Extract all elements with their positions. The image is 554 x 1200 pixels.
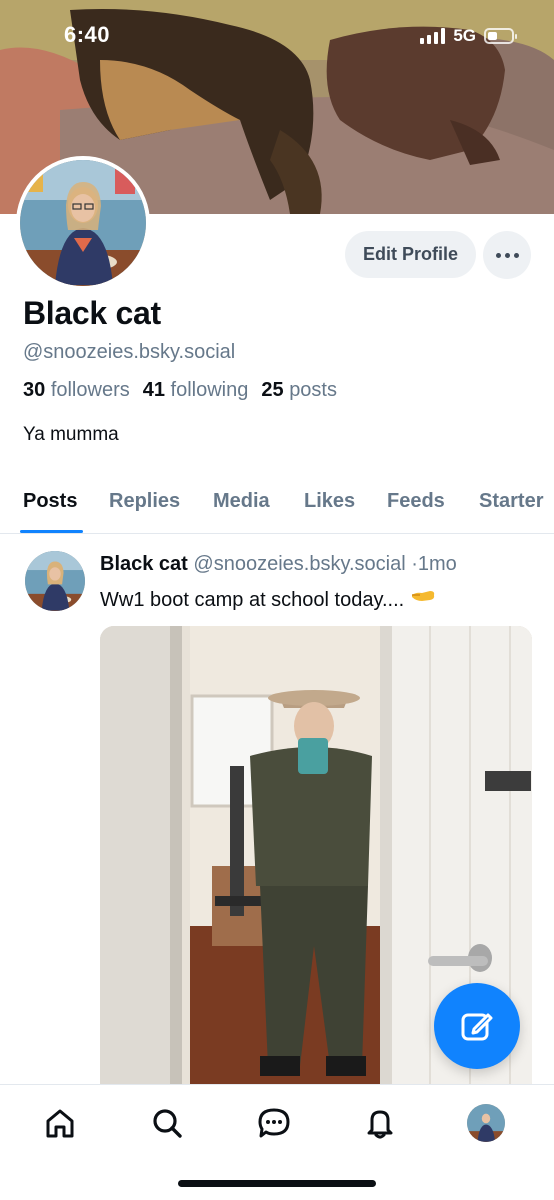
home-indicator xyxy=(178,1180,376,1187)
following-link[interactable]: 41 following xyxy=(143,379,249,402)
tab-feeds[interactable]: Feeds xyxy=(387,490,445,513)
profile-handle: @snoozeies.bsky.social xyxy=(23,341,236,363)
tab-posts[interactable]: Posts xyxy=(23,490,77,513)
search-icon xyxy=(153,1109,182,1138)
network-label: 5G xyxy=(453,26,476,45)
post-timestamp[interactable]: 1mo xyxy=(418,553,457,575)
posts-label: posts xyxy=(289,379,337,401)
edit-profile-button[interactable]: Edit Profile xyxy=(345,231,476,278)
more-options-button[interactable] xyxy=(483,231,531,279)
home-icon xyxy=(46,1109,74,1138)
bell-icon xyxy=(367,1110,393,1139)
compose-button[interactable] xyxy=(434,983,520,1069)
display-name: Black cat xyxy=(23,295,161,331)
post-body: Ww1 boot camp at school today.... xyxy=(100,589,405,611)
tab-starter-packs[interactable]: Starter xyxy=(479,490,543,513)
posts-stat: 25 posts xyxy=(261,379,337,402)
tab-media[interactable]: Media xyxy=(213,490,270,513)
followers-label: followers xyxy=(50,379,130,401)
active-tab-indicator xyxy=(20,530,83,533)
post-author-avatar[interactable] xyxy=(25,551,85,611)
status-time: 6:40 xyxy=(64,22,111,47)
ellipsis-icon xyxy=(495,252,501,258)
nav-search[interactable] xyxy=(147,1103,187,1143)
chat-icon xyxy=(258,1108,290,1138)
battery-icon xyxy=(484,28,517,44)
nav-profile-avatar[interactable] xyxy=(467,1104,505,1142)
profile-avatar[interactable] xyxy=(16,156,150,290)
post-author-name[interactable]: Black cat xyxy=(100,553,188,575)
tab-likes[interactable]: Likes xyxy=(304,490,355,513)
posts-count: 25 xyxy=(261,379,284,401)
tab-replies[interactable]: Replies xyxy=(109,490,180,513)
followers-link[interactable]: 30 followers xyxy=(23,379,130,402)
compose-icon xyxy=(461,1013,493,1041)
post-avatar-photo xyxy=(25,551,85,611)
backhand-pointing-left-emoji xyxy=(410,586,436,612)
nav-chat[interactable] xyxy=(254,1103,294,1143)
nav-notifications[interactable] xyxy=(360,1103,400,1143)
following-label: following xyxy=(170,379,249,401)
profile-tabs: Posts Replies Media Likes Feeds Starter xyxy=(0,472,554,534)
profile-bio: Ya mumma xyxy=(23,424,119,445)
status-bar: 6:40 5G xyxy=(0,0,554,70)
status-indicators: 5G xyxy=(420,26,517,46)
signal-icon xyxy=(420,28,446,44)
followers-count: 30 xyxy=(23,379,46,401)
post-text: Ww1 boot camp at school today.... xyxy=(100,586,436,612)
avatar xyxy=(467,1104,505,1142)
post-separator: · xyxy=(411,553,418,575)
profile-stats: 30 followers 41 following 25 posts xyxy=(23,379,337,402)
nav-home[interactable] xyxy=(40,1103,80,1143)
post-header: Black cat @snoozeies.bsky.social ·1mo xyxy=(100,553,457,576)
following-count: 41 xyxy=(142,379,165,401)
avatar-photo xyxy=(20,160,146,286)
post-author-handle[interactable]: @snoozeies.bsky.social xyxy=(193,553,405,575)
